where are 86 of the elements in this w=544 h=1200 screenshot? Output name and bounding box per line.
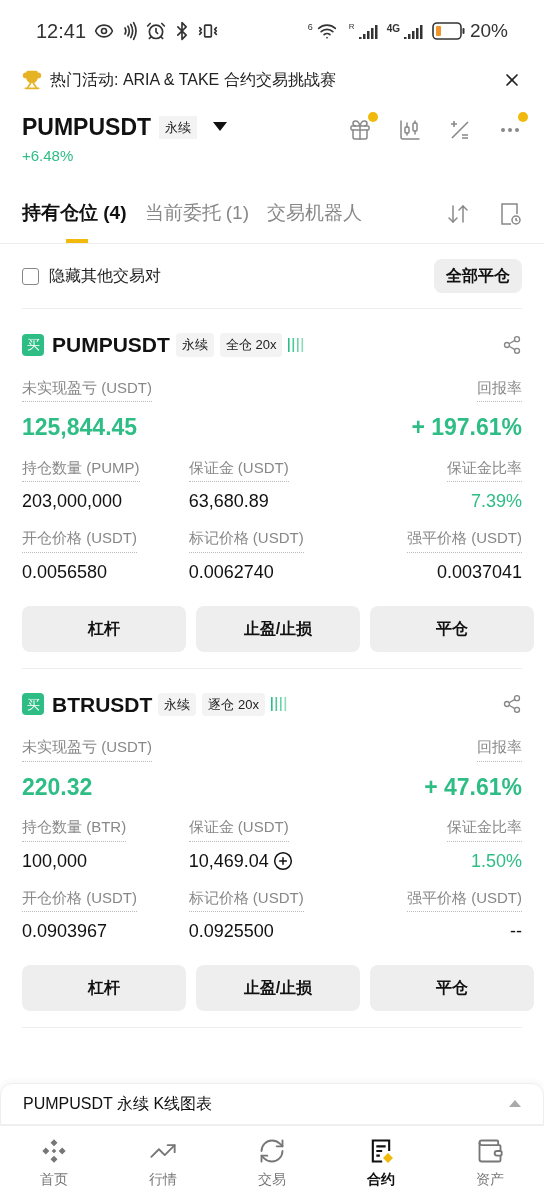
field-value: 100,000 xyxy=(22,849,88,873)
field-value: 63,680.89 xyxy=(188,490,269,513)
position-tag: 永续 xyxy=(175,333,214,357)
add-margin-icon[interactable] xyxy=(272,851,293,871)
promo-banner-text[interactable]: 热门活动: ARIA & TAKE 合约交易挑战赛 xyxy=(50,68,494,92)
field-label: 开仓价格 (USDT) xyxy=(22,886,137,912)
symbol-title[interactable]: PUMPUSDT xyxy=(22,110,152,145)
position-symbol: BTRUSDT xyxy=(52,691,153,718)
action-button[interactable]: 止盈/止损 xyxy=(196,965,360,1011)
field-label: 持仓数量 (PUMP) xyxy=(22,456,140,482)
field-value: 0.0903967 xyxy=(22,920,108,943)
price-change: +6.48% xyxy=(22,145,75,166)
field-label: 保证金 (USDT) xyxy=(188,816,289,842)
tab[interactable]: 交易机器人 xyxy=(267,184,362,243)
candlestick-icon[interactable] xyxy=(398,118,422,142)
field-label: 标记价格 (USDT) xyxy=(188,886,304,912)
nav-tab[interactable]: 交易 xyxy=(217,1136,327,1190)
history-icon[interactable] xyxy=(498,201,522,226)
field-value: 0.0062740 xyxy=(188,560,274,584)
trophy-icon xyxy=(22,70,42,90)
roaming-label: R xyxy=(348,20,355,33)
field-label: 未实现盈亏 (USDT) xyxy=(22,376,152,402)
battery-icon xyxy=(431,22,466,40)
field-value: 0.0037041 xyxy=(436,560,522,584)
field-value: 1.50% xyxy=(470,849,522,873)
field-label: 强平价格 (USDT) xyxy=(407,886,522,912)
field-label: 回报率 xyxy=(477,736,522,762)
eye-icon xyxy=(94,21,115,41)
share-icon[interactable] xyxy=(502,694,522,715)
tab[interactable]: 持有仓位 (4) xyxy=(22,184,127,243)
network-label: 4G xyxy=(386,21,400,36)
nav-tab[interactable]: 首页 xyxy=(0,1136,109,1190)
field-label: 保证金比率 xyxy=(447,456,522,482)
checkbox[interactable] xyxy=(22,267,39,285)
signal-icon xyxy=(358,23,379,39)
share-icon[interactable] xyxy=(502,334,522,355)
field-value: 10,469.04 xyxy=(188,849,269,873)
contract-tag: 永续 xyxy=(159,115,198,139)
field-label: 未实现盈亏 (USDT) xyxy=(22,736,152,762)
tab[interactable]: 当前委托 (1) xyxy=(144,184,249,243)
action-button[interactable]: 平仓 xyxy=(370,605,534,652)
close-all-button[interactable]: 全部平仓 xyxy=(434,259,522,293)
chart-panel-bar[interactable]: PUMPUSDT 永续 K线图表 xyxy=(0,1083,544,1125)
field-label: 强平价格 (USDT) xyxy=(407,527,522,553)
clock-time: 12:41 xyxy=(36,19,87,44)
action-button[interactable]: 杠杆 xyxy=(22,965,186,1011)
field-label: 回报率 xyxy=(477,376,522,402)
field-value: -- xyxy=(510,920,522,943)
pnl-value: 125,844.45 xyxy=(22,413,138,442)
buy-badge: 买 xyxy=(22,693,44,716)
gift-icon[interactable] xyxy=(348,118,372,142)
pnl-value: 220.32 xyxy=(22,772,93,802)
field-label: 标记价格 (USDT) xyxy=(188,527,304,553)
adl-indicator-icon xyxy=(270,697,289,712)
roe-value: + 197.61% xyxy=(411,413,522,442)
field-value: 0.0925500 xyxy=(188,920,274,943)
position-tag: 全仓 20x xyxy=(219,333,283,357)
battery-percent: 20% xyxy=(469,18,508,43)
field-value: 0.0056580 xyxy=(22,560,108,584)
buy-badge: 买 xyxy=(22,333,44,356)
wifi-icon xyxy=(316,21,337,41)
nav-tab[interactable]: 行情 xyxy=(108,1136,218,1190)
calculator-icon[interactable] xyxy=(448,118,472,142)
field-label: 持仓数量 (BTR) xyxy=(22,816,127,842)
nav-tab[interactable]: 资产 xyxy=(435,1136,544,1190)
nav-tab[interactable]: 合约 xyxy=(326,1136,436,1190)
field-value: 203,000,000 xyxy=(22,490,123,513)
wifi-label: 6 xyxy=(307,20,313,34)
action-button[interactable]: 平仓 xyxy=(370,965,534,1011)
expand-caret-icon[interactable] xyxy=(509,1100,521,1108)
position-tag: 逐仓 20x xyxy=(202,692,265,716)
position-tag: 永续 xyxy=(158,692,197,716)
vibrate-icon xyxy=(198,21,219,41)
position-symbol: PUMPUSDT xyxy=(52,332,170,358)
dropdown-caret-icon[interactable] xyxy=(213,122,228,133)
field-value: 7.39% xyxy=(470,490,522,513)
checkbox-label[interactable]: 隐藏其他交易对 xyxy=(49,264,434,288)
signal-icon xyxy=(403,23,424,39)
chart-panel-title: PUMPUSDT 永续 K线图表 xyxy=(23,1094,214,1114)
action-button[interactable]: 止盈/止损 xyxy=(196,605,360,652)
roe-value: + 47.61% xyxy=(424,772,522,802)
field-label: 开仓价格 (USDT) xyxy=(22,527,137,553)
field-label: 保证金 (USDT) xyxy=(188,456,289,482)
alarm-icon xyxy=(146,21,167,41)
field-label: 保证金比率 xyxy=(447,816,522,842)
action-button[interactable]: 杠杆 xyxy=(22,605,186,652)
